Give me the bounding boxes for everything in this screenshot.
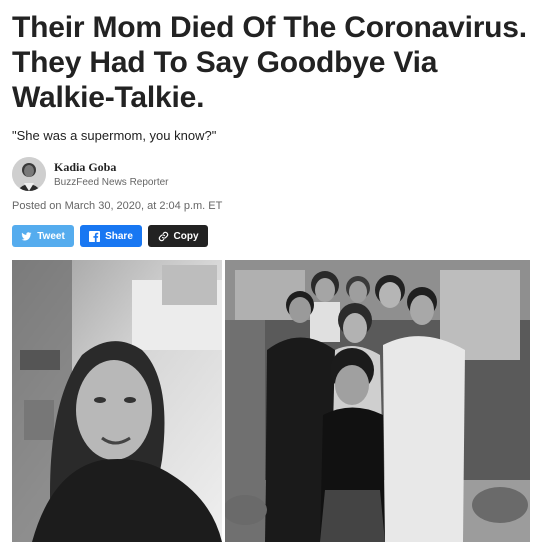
mother-portrait-photo [12,260,222,542]
post-timestamp: Posted on March 30, 2020, at 2:04 p.m. E… [12,200,223,212]
family-group-photo [225,260,530,542]
author-avatar[interactable] [12,157,46,191]
tweet-label: Tweet [37,230,65,242]
share-bar: Tweet Share Copy [12,225,208,247]
facebook-icon [89,230,101,242]
author-role: BuzzFeed News Reporter [54,177,169,188]
facebook-share-button[interactable]: Share [80,225,142,247]
share-label: Share [105,230,133,242]
tweet-button[interactable]: Tweet [12,225,74,247]
byline: Kadia Goba BuzzFeed News Reporter [12,156,169,192]
article-headline: Their Mom Died Of The Coronavirus. They … [12,11,527,114]
author-name[interactable]: Kadia Goba [54,160,169,175]
article-dek: "She was a supermom, you know?" [12,128,217,143]
link-icon [158,231,169,242]
copy-link-button[interactable]: Copy [148,225,208,247]
copy-label: Copy [173,230,199,242]
twitter-bird-icon [21,231,32,242]
